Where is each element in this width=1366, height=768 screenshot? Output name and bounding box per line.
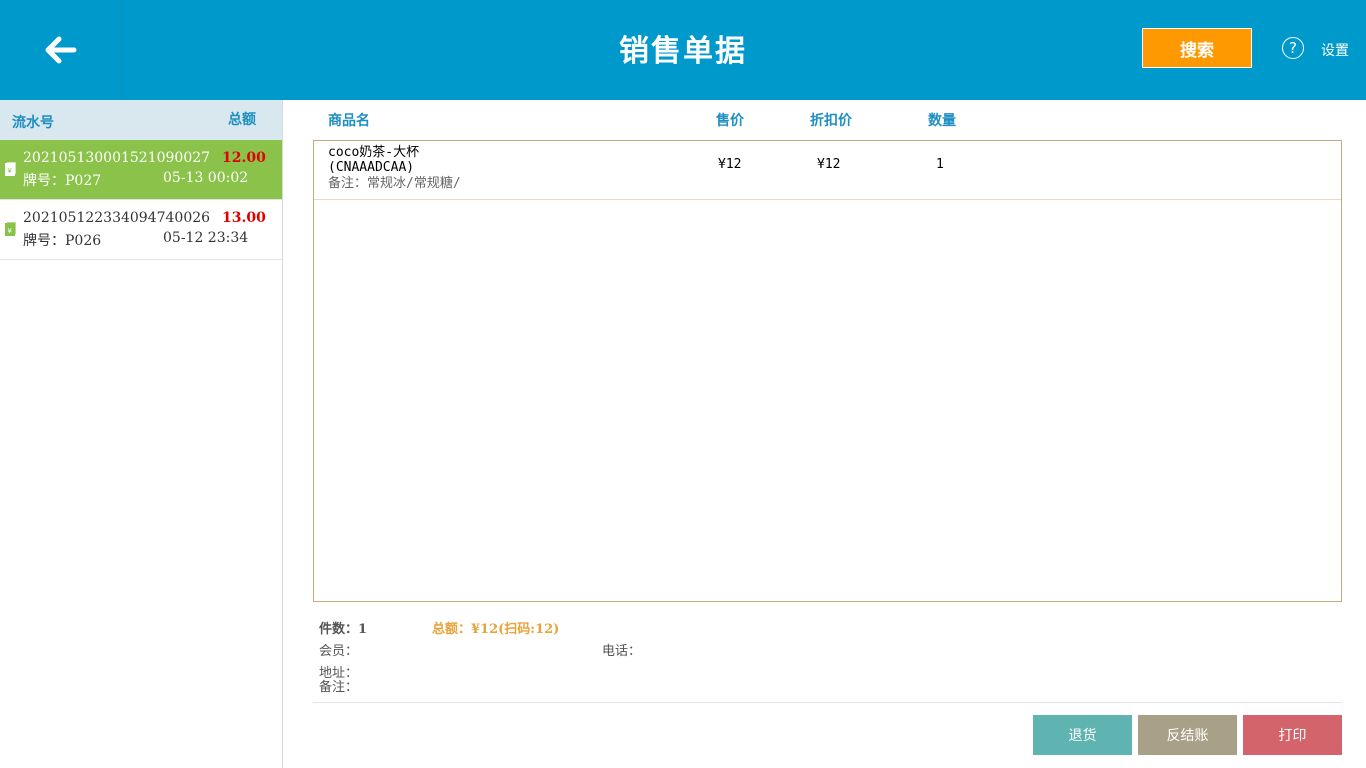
item-count: 件数：1 <box>319 622 368 637</box>
order-list-panel: 流水号 总额 ¥ 20210513000152109002​7 12.00 牌号… <box>0 100 283 768</box>
receipt-icon: ¥ <box>5 162 16 176</box>
order-row[interactable]: ¥ 20210513000152109002​7 12.00 牌号：P027 0… <box>0 140 282 200</box>
svg-text:¥: ¥ <box>8 167 13 175</box>
order-total: 总额：¥12(扫码:12) <box>432 622 560 637</box>
phone-label: 电话： <box>602 644 642 659</box>
table-row[interactable]: coco奶茶-大杯 (CNAAADCAA) 备注：常规冰/常规糖/ ¥12 ¥1… <box>314 141 1341 200</box>
order-serial: 20210513000152109002​7 <box>23 150 211 166</box>
order-row[interactable]: ¥ 202105122334094740026 13.00 牌号：P026 05… <box>0 200 282 260</box>
settings-link[interactable]: 设置 <box>1321 40 1349 60</box>
order-serial: 202105122334094740026 <box>23 210 211 226</box>
column-serial-number: 流水号 <box>12 115 54 131</box>
member-label: 会员： <box>319 644 359 659</box>
column-price: 售价 <box>716 113 744 129</box>
help-circle-icon[interactable]: ? <box>1282 37 1304 59</box>
order-time: 05-13 00:02 <box>163 170 249 186</box>
svg-text:¥: ¥ <box>8 227 13 235</box>
column-quantity: 数量 <box>928 113 956 129</box>
column-discount-price: 折扣价 <box>810 113 852 129</box>
item-note: 备注：常规冰/常规糖/ <box>328 176 461 191</box>
order-time: 05-12 23:34 <box>163 230 249 246</box>
unsettle-button[interactable]: 反结账 <box>1138 715 1237 755</box>
column-total: 总额 <box>228 112 256 128</box>
item-quantity: 1 <box>936 157 944 172</box>
divider <box>313 702 1342 703</box>
remark-label: 备注： <box>319 680 359 695</box>
order-items-table: coco奶茶-大杯 (CNAAADCAA) 备注：常规冰/常规糖/ ¥12 ¥1… <box>313 140 1342 602</box>
item-code: (CNAAADCAA) <box>328 160 415 175</box>
order-plate: 牌号：P027 <box>23 173 102 189</box>
order-plate: 牌号：P026 <box>23 233 102 249</box>
column-product-name: 商品名 <box>328 113 370 129</box>
return-button[interactable]: 退货 <box>1033 715 1132 755</box>
app-header: 销售单据 搜索 ? 设置 <box>0 0 1366 100</box>
print-button[interactable]: 打印 <box>1243 715 1342 755</box>
back-button[interactable] <box>0 0 122 100</box>
order-list-header: 流水号 总额 <box>0 100 282 140</box>
search-button[interactable]: 搜索 <box>1142 28 1252 68</box>
order-amount: 13.00 <box>222 210 266 226</box>
order-amount: 12.00 <box>222 150 266 166</box>
item-name: coco奶茶-大杯 <box>328 145 420 160</box>
receipt-icon: ¥ <box>5 222 16 236</box>
item-price: ¥12 <box>718 157 742 172</box>
item-discount-price: ¥12 <box>817 157 841 172</box>
arrow-left-icon <box>45 36 76 64</box>
